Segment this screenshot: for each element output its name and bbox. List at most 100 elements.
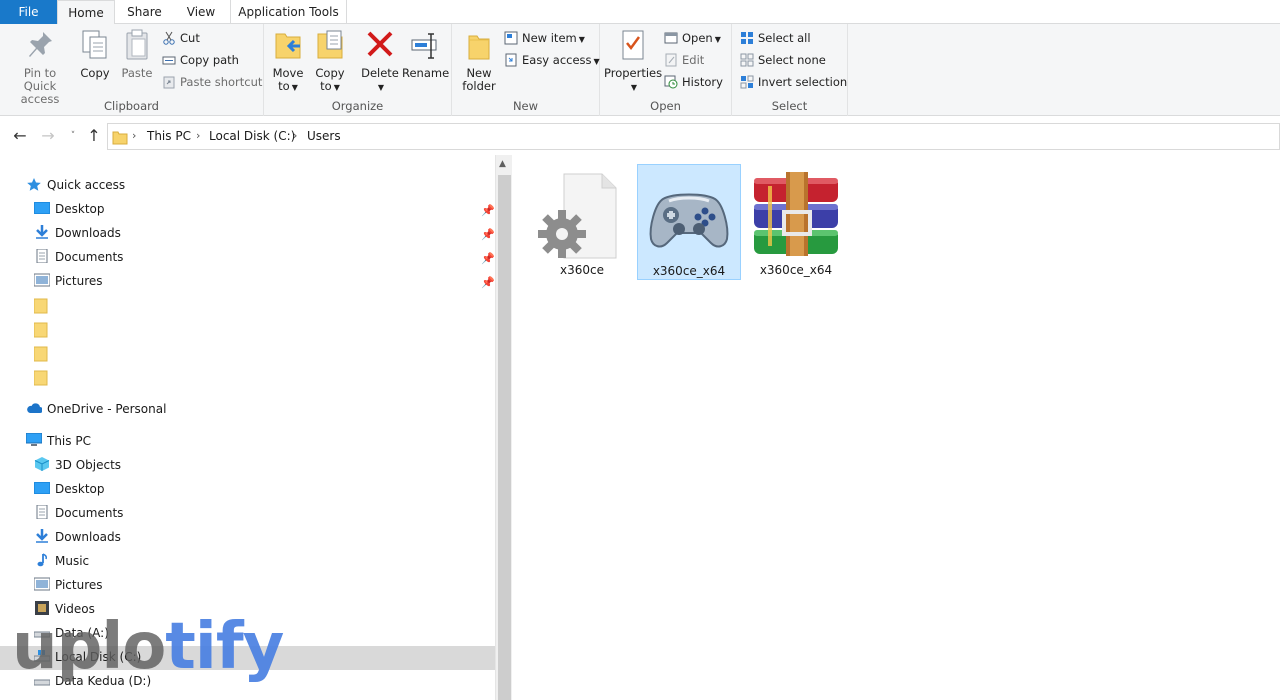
select-all-button[interactable]: Select all — [740, 28, 811, 48]
music-note-icon — [37, 553, 47, 567]
paste-label: Paste — [121, 66, 153, 80]
nav-music[interactable]: Music — [34, 550, 89, 572]
nav-3d-objects[interactable]: 3D Objects — [34, 454, 121, 476]
download-arrow-icon — [36, 225, 48, 239]
nav-quick-access[interactable]: Quick access — [26, 174, 125, 196]
cut-button[interactable]: Cut — [162, 28, 200, 48]
copy-icon — [82, 30, 107, 59]
file-item-selected[interactable]: x360ce_x64 — [637, 164, 741, 280]
breadcrumb-users[interactable]: Users — [307, 129, 341, 143]
scrollbar-thumb[interactable] — [498, 175, 511, 700]
properties-button[interactable]: Properties ▼ — [604, 28, 662, 94]
history-label: History — [682, 75, 723, 89]
history-icon — [664, 75, 678, 89]
select-group: Select all Select none Invert selection … — [732, 24, 848, 116]
new-group: New folder New item ▼ Easy access ▼ New — [452, 24, 600, 116]
scissors-icon — [163, 31, 175, 45]
up-arrow-icon[interactable]: ↑ — [84, 126, 104, 146]
select-none-button[interactable]: Select none — [740, 50, 826, 70]
open-group-label: Open — [650, 99, 681, 113]
nav-qa-desktop-label: Desktop — [55, 202, 105, 216]
delete-button[interactable]: Delete ▼ — [360, 28, 400, 94]
rename-icon — [411, 33, 437, 59]
move-to-icon — [275, 33, 301, 59]
nav-downloads[interactable]: Downloads — [34, 526, 121, 548]
watermark-text: uplo — [12, 610, 166, 684]
nav-desktop[interactable]: Desktop — [34, 478, 105, 500]
cube-3d-icon — [34, 457, 50, 471]
pin-to-quick-access-button[interactable]: Pin to Quick access — [6, 28, 74, 106]
file-item[interactable]: x360ce — [530, 164, 634, 280]
nav-qa-downloads-label: Downloads — [55, 226, 121, 240]
edit-button[interactable]: Edit — [664, 50, 704, 70]
tab-home[interactable]: Home — [57, 0, 115, 25]
delete-caret: ▼ — [360, 80, 400, 94]
pin-icon: 📌 — [481, 228, 495, 241]
winrar-archive-icon — [754, 172, 838, 256]
history-button[interactable]: History — [664, 72, 723, 92]
breadcrumb-separator-icon: › — [196, 129, 201, 142]
tab-file[interactable]: File — [0, 0, 57, 24]
edit-label: Edit — [682, 53, 705, 67]
invert-selection-button[interactable]: Invert selection — [740, 72, 847, 92]
easy-access-label: Easy access — [522, 53, 592, 67]
nav-documents[interactable]: Documents — [34, 502, 123, 524]
copy-to-icon — [317, 30, 343, 59]
computer-icon — [26, 433, 42, 446]
paste-shortcut-button[interactable]: Paste shortcut — [162, 72, 262, 92]
forward-arrow-icon[interactable]: → — [38, 126, 58, 146]
folder-icon[interactable] — [34, 346, 48, 362]
chevron-down-icon: ▼ — [630, 83, 638, 92]
nav-qa-documents[interactable]: Documents — [34, 246, 123, 268]
clipboard-group-label: Clipboard — [104, 99, 159, 113]
nav-this-pc[interactable]: This PC — [26, 430, 91, 452]
breadcrumb-local-disk[interactable]: Local Disk (C:) — [209, 129, 295, 143]
folder-icon[interactable] — [34, 298, 48, 314]
nav-qa-pictures[interactable]: Pictures — [34, 270, 103, 292]
copy-path-button[interactable]: Copy path — [162, 50, 239, 70]
paste-button[interactable]: Paste — [118, 28, 156, 80]
chevron-down-icon: ▼ — [291, 83, 298, 92]
scroll-up-arrow-icon[interactable]: ▲ — [499, 159, 506, 169]
cut-label: Cut — [180, 31, 200, 45]
nav-onedrive[interactable]: OneDrive - Personal — [26, 398, 166, 420]
copy-path-icon — [162, 56, 176, 65]
paste-icon — [126, 29, 148, 60]
file-item[interactable]: x360ce_x64 — [744, 164, 848, 280]
breadcrumb-this-pc[interactable]: This PC — [147, 129, 191, 143]
easy-access-button[interactable]: Easy access ▼ — [504, 50, 600, 70]
new-folder-icon — [468, 35, 490, 60]
nav-qa-downloads[interactable]: Downloads — [34, 222, 121, 244]
nav-qa-desktop[interactable]: Desktop — [34, 198, 105, 220]
tab-view[interactable]: View — [175, 0, 227, 24]
folder-icon[interactable] — [34, 370, 48, 386]
cloud-icon — [27, 403, 42, 413]
open-button[interactable]: Open ▼ — [664, 28, 721, 48]
move-to-sub: to — [278, 79, 290, 93]
pictures-icon — [34, 273, 50, 287]
back-arrow-icon[interactable]: ← — [10, 126, 30, 146]
recent-locations-chevron-icon[interactable]: ˅ — [63, 126, 83, 146]
new-item-button[interactable]: New item ▼ — [504, 28, 585, 48]
nav-music-label: Music — [55, 554, 90, 568]
copy-path-label: Copy path — [180, 53, 239, 67]
paste-shortcut-icon — [163, 76, 175, 89]
folder-icon[interactable] — [34, 322, 48, 338]
watermark-accent-text: tify — [165, 610, 284, 684]
nav-scrollbar[interactable]: ▲ — [495, 155, 512, 700]
delete-x-icon — [367, 31, 393, 57]
properties-icon — [622, 30, 644, 60]
tab-application-tools[interactable]: Application Tools — [230, 0, 347, 24]
new-folder-button[interactable]: New folder — [458, 28, 500, 93]
tab-share[interactable]: Share — [118, 0, 171, 24]
copy-to-button[interactable]: Copy to ▼ — [312, 28, 348, 94]
select-all-icon — [741, 32, 753, 44]
nav-downloads-label: Downloads — [55, 530, 121, 544]
select-all-label: Select all — [758, 31, 811, 45]
nav-pictures[interactable]: Pictures — [34, 574, 103, 596]
rename-button[interactable]: Rename — [402, 28, 449, 80]
organize-group: Move to ▼ Copy to ▼ Delete ▼ Rename Organi… — [264, 24, 452, 116]
address-bar[interactable]: › This PC › Local Disk (C:) › Users — [107, 123, 1280, 150]
move-to-button[interactable]: Move to ▼ — [270, 28, 306, 94]
copy-button[interactable]: Copy — [78, 28, 112, 80]
